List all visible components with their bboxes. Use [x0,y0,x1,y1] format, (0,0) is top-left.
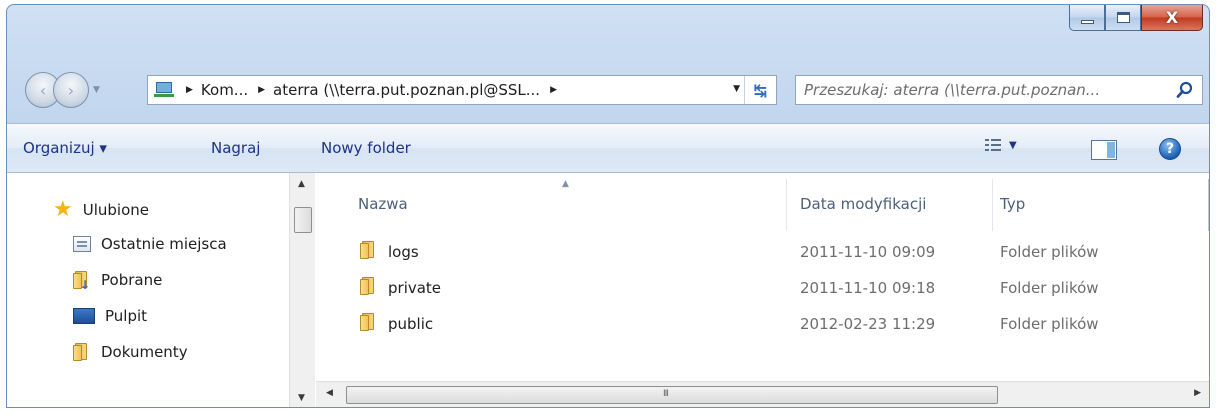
file-list: ▲ Nazwa Data modyfikacji Typ logs 2011-1… [316,173,1209,407]
scroll-right-icon[interactable]: ▶ [1194,388,1201,398]
minimize-button[interactable] [1069,5,1105,31]
file-date: 2011-11-10 09:09 [800,243,936,261]
refresh-icon: ↹ [753,80,768,100]
column-divider[interactable] [786,179,787,231]
file-name: public [388,315,434,333]
sidebar-item-favorites[interactable]: ★ Ulubione [53,197,149,222]
content-area: ★ Ulubione Ostatnie miejsca ↓ Pobrane Pu… [7,173,1209,407]
breadcrumb-computer[interactable]: Kom... [201,81,248,99]
folder-icon [360,241,378,259]
star-icon: ★ [53,197,73,222]
refresh-button[interactable]: ↹ [744,76,776,104]
file-type: Folder plików [1000,243,1099,261]
navigation-pane-scrollbar[interactable]: ▲ ▼ [289,173,315,407]
close-button[interactable]: X [1141,5,1203,31]
explorer-window: X ‹ › ▼ ▶ Kom... ▶ aterra (\\terra.put.p… [6,4,1210,408]
view-list-icon [985,138,1001,152]
file-date: 2012-02-23 11:29 [800,315,936,333]
network-computer-icon [154,82,176,98]
address-dropdown-icon[interactable]: ▼ [733,84,740,94]
column-divider[interactable] [992,179,993,231]
caption-buttons: X [1069,5,1203,33]
folder-icon [360,277,378,295]
forward-arrow-icon: › [67,80,75,100]
sidebar-item-recent-places[interactable]: Ostatnie miejsca [73,235,227,253]
command-bar: Organizuj ▾ Nagraj Nowy folder ▼ ? [7,123,1209,173]
sidebar-item-label: Pobrane [101,271,163,289]
sidebar-item-label: Ostatnie miejsca [101,235,227,253]
sidebar-item-downloads[interactable]: ↓ Pobrane [73,271,163,292]
address-bar[interactable]: ▶ Kom... ▶ aterra (\\terra.put.poznan.pl… [147,75,777,105]
forward-button[interactable]: › [53,72,89,108]
file-list-horizontal-scrollbar[interactable]: ◀ III ▶ [316,381,1209,407]
column-header-type[interactable]: Typ [1000,195,1025,213]
scroll-down-icon[interactable]: ▼ [298,393,305,403]
file-type: Folder plików [1000,279,1099,297]
sidebar-item-label: Pulpit [105,307,148,325]
sidebar-item-desktop[interactable]: Pulpit [73,307,147,325]
column-header-name[interactable]: Nazwa [358,195,408,213]
downloads-folder-icon: ↓ [73,271,91,292]
search-icon[interactable] [1176,81,1194,99]
scroll-left-icon[interactable]: ◀ [326,388,333,398]
chevron-down-icon: ▼ [1009,139,1017,151]
scrollbar-grip: III [663,389,669,399]
help-button[interactable]: ? [1159,138,1181,160]
back-arrow-icon: ‹ [39,80,47,100]
file-row-public[interactable]: public 2012-02-23 11:29 Folder plików [316,307,1196,341]
recent-pages-dropdown[interactable]: ▼ [93,85,100,95]
sidebar-item-label: Dokumenty [101,343,188,361]
breadcrumb-separator-icon[interactable]: ▶ [186,85,193,95]
folder-icon [360,313,378,331]
maximize-button[interactable] [1105,5,1141,31]
help-icon: ? [1165,141,1175,157]
maximize-icon [1116,12,1130,23]
new-folder-button[interactable]: Nowy folder [321,139,411,157]
breadcrumb-separator-icon[interactable]: ▶ [258,85,265,95]
breadcrumb-aterra[interactable]: aterra (\\terra.put.poznan.pl@SSL... [273,81,540,99]
scroll-up-icon[interactable]: ▲ [298,179,305,189]
preview-pane-button[interactable] [1091,140,1117,160]
recent-places-icon [73,236,91,252]
scrollbar-thumb[interactable] [294,207,312,233]
change-view-button[interactable]: ▼ [985,138,1017,152]
breadcrumb-separator-icon[interactable]: ▶ [550,85,557,95]
burn-button[interactable]: Nagraj [211,139,260,157]
file-type: Folder plików [1000,315,1099,333]
column-divider[interactable] [1208,179,1209,231]
navigation-pane: ★ Ulubione Ostatnie miejsca ↓ Pobrane Pu… [7,173,289,407]
file-row-private[interactable]: private 2011-11-10 09:18 Folder plików [316,271,1196,305]
desktop-icon [73,308,95,324]
minimize-icon [1080,19,1094,24]
navigation-bar: ‹ › ▼ ▶ Kom... ▶ aterra (\\terra.put.poz… [7,65,1209,108]
sidebar-item-label: Ulubione [82,201,149,219]
close-icon: X [1165,8,1179,27]
sort-ascending-icon: ▲ [562,179,569,189]
column-header-date-modified[interactable]: Data modyfikacji [800,195,926,213]
file-row-logs[interactable]: logs 2011-11-10 09:09 Folder plików [316,235,1196,269]
search-input[interactable]: Przeszukaj: aterra (\\terra.put.poznan..… [804,81,1164,99]
scrollbar-thumb[interactable]: III [346,386,998,404]
file-name: logs [388,243,419,261]
organize-button[interactable]: Organizuj ▾ [23,139,107,157]
file-name: private [388,279,442,297]
folder-icon [73,343,91,361]
sidebar-item-documents[interactable]: Dokumenty [73,343,188,361]
search-box[interactable]: Przeszukaj: aterra (\\terra.put.poznan..… [795,75,1203,105]
file-date: 2011-11-10 09:18 [800,279,936,297]
